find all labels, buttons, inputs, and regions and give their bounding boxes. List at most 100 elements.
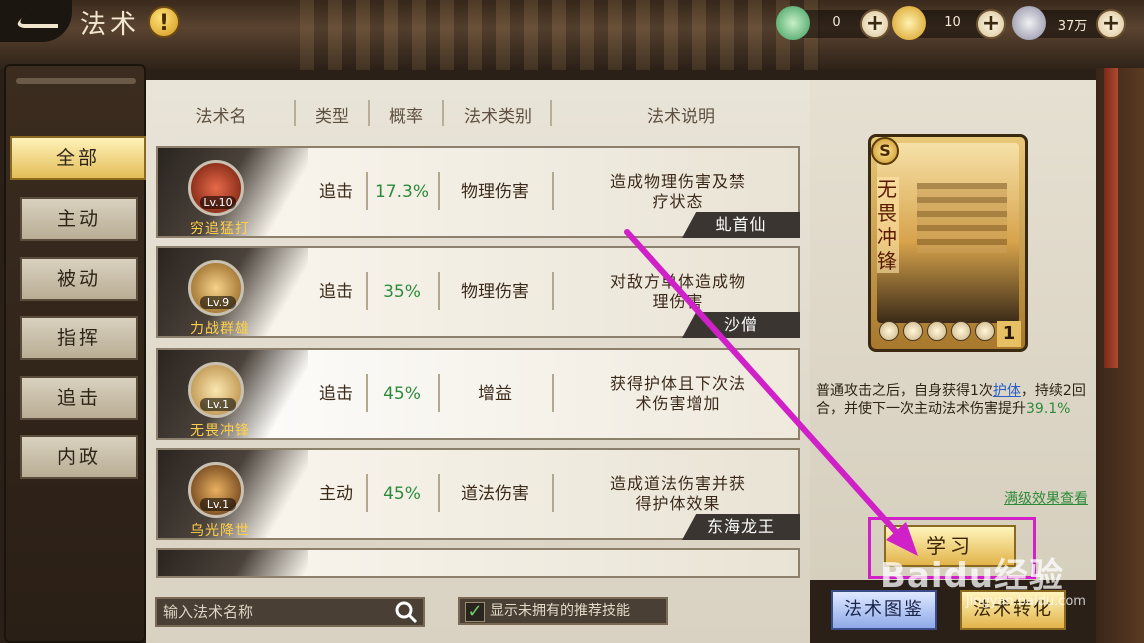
- filter-label: 显示未拥有的推荐技能: [490, 603, 630, 619]
- tab-command[interactable]: 指挥: [20, 316, 138, 360]
- description-line: 造成物理伤害及禁: [609, 172, 746, 191]
- recommend-filter-toggle[interactable]: ✓ 显示未拥有的推荐技能: [458, 597, 668, 625]
- ribbon-decoration: [1104, 68, 1118, 368]
- description-line: 术伤害增加: [635, 394, 721, 413]
- skill-table: 法术名 类型 概率 法术类别 法术说明 Lv.10 穷追猛打 追击 17.3% …: [146, 80, 810, 643]
- skill-rate: 45%: [383, 484, 421, 504]
- owner-tag: 沙僧: [682, 312, 800, 338]
- description-line: 造成道法伤害并获: [609, 474, 746, 493]
- row-portrait-bg: [158, 550, 308, 576]
- owner-tag: 虬首仙: [682, 212, 800, 238]
- cell-divider: [552, 474, 554, 512]
- table-row[interactable]: Lv.9 力战群雄 追击 35% 物理伤害 对敌方单体造成物 理伤害 沙僧: [156, 246, 800, 338]
- keyword-link[interactable]: 护体: [993, 383, 1021, 399]
- currency-jade: 0 +: [776, 6, 890, 40]
- help-icon[interactable]: !: [148, 6, 180, 38]
- skill-type: 主动: [319, 484, 353, 504]
- skill-description: 造成物理伤害及禁 疗状态: [558, 172, 798, 212]
- table-row[interactable]: [156, 548, 800, 578]
- table-row[interactable]: Lv.1 无畏冲锋 追击 45% 增益 获得护体且下次法 术伤害增加: [156, 348, 800, 440]
- star-slot-icon: [879, 321, 899, 341]
- checkbox-check-icon[interactable]: ✓: [465, 602, 485, 622]
- column-header: 法术类别: [464, 107, 532, 127]
- skill-level: Lv.1: [200, 498, 236, 511]
- skill-rate: 35%: [383, 282, 421, 302]
- skill-rate: 17.3%: [374, 182, 429, 202]
- description-text: 普通攻击之后，自身获得1次: [816, 383, 993, 399]
- skill-description: 获得护体且下次法 术伤害增加: [558, 374, 798, 414]
- column-header: 类型: [315, 107, 349, 127]
- add-silver-button[interactable]: +: [1096, 9, 1126, 39]
- tab-active[interactable]: 主动: [20, 197, 138, 241]
- jade-coin-icon: [776, 6, 810, 40]
- add-gold-button[interactable]: +: [976, 9, 1006, 39]
- currency-amount: 37万: [1057, 19, 1088, 34]
- panel-divider: [16, 78, 136, 84]
- skill-card: S 无畏冲锋 1: [868, 134, 1028, 352]
- skill-category: 道法伤害: [461, 484, 529, 504]
- skill-description: 对敌方单体造成物 理伤害: [558, 272, 798, 312]
- skill-description: 造成道法伤害并获 得护体效果: [558, 474, 798, 514]
- currency-gold: 10 +: [892, 6, 1006, 40]
- owner-tag: 东海龙王: [682, 514, 800, 540]
- palace-background: [300, 0, 820, 70]
- card-count: 1: [997, 321, 1021, 347]
- skill-level: Lv.1: [200, 398, 236, 411]
- watermark-brand: Baidu经验: [880, 556, 1065, 596]
- tab-all[interactable]: 全部: [10, 136, 146, 180]
- full-effect-link[interactable]: 满级效果查看: [988, 488, 1088, 508]
- currency-amount: 0: [832, 15, 841, 30]
- star-slot-icon: [951, 321, 971, 341]
- skill-type: 追击: [319, 282, 353, 302]
- top-bar: 法术 ! 0 + 10 + 37万 +: [0, 0, 1144, 70]
- search-icon[interactable]: [393, 600, 419, 624]
- add-jade-button[interactable]: +: [860, 9, 890, 39]
- column-divider: [294, 100, 296, 126]
- skill-name: 无畏冲锋: [190, 423, 250, 439]
- star-slots: [875, 321, 1003, 347]
- tab-passive[interactable]: 被动: [20, 257, 138, 301]
- back-button[interactable]: [0, 0, 72, 42]
- column-header: 法术说明: [647, 107, 715, 127]
- card-skill-name: 无畏冲锋: [877, 177, 899, 273]
- category-tabs-panel: 全部 主动 被动 指挥 追击 内政: [4, 64, 146, 643]
- skill-name: 穷追猛打: [190, 221, 250, 237]
- cell-divider: [552, 272, 554, 310]
- back-arrow-icon: [17, 12, 58, 28]
- column-header: 概率: [389, 107, 423, 127]
- tab-domestic[interactable]: 内政: [20, 435, 138, 479]
- skill-name: 力战群雄: [190, 321, 250, 337]
- percent-value: 39.1%: [1026, 401, 1071, 417]
- silver-ingot-icon: [1012, 6, 1046, 40]
- description-line: 对敌方单体造成物: [609, 272, 746, 291]
- description-line: 获得护体且下次法: [609, 374, 746, 393]
- table-row[interactable]: Lv.1 乌光降世 主动 45% 道法伤害 造成道法伤害并获 得护体效果 东海龙…: [156, 448, 800, 540]
- skill-name: 乌光降世: [190, 523, 250, 539]
- column-divider: [442, 100, 444, 126]
- skill-level: Lv.9: [200, 296, 236, 309]
- skill-category: 物理伤害: [461, 282, 529, 302]
- currency-amount: 10: [944, 15, 961, 30]
- palace-illustration: [917, 183, 1007, 253]
- table-row[interactable]: Lv.10 穷追猛打 追击 17.3% 物理伤害 造成物理伤害及禁 疗状态 虬首…: [156, 146, 800, 238]
- page-title: 法术: [80, 10, 141, 40]
- skill-rate: 45%: [383, 384, 421, 404]
- column-header: 法术名: [195, 107, 247, 127]
- description-line: 得护体效果: [635, 494, 721, 513]
- rank-badge: S: [871, 137, 899, 165]
- skill-category: 物理伤害: [461, 182, 529, 202]
- description-line: 疗状态: [652, 192, 704, 211]
- search-input[interactable]: 输入法术名称: [155, 597, 425, 627]
- skill-type: 追击: [319, 182, 353, 202]
- gold-ingot-icon: [892, 6, 926, 40]
- star-slot-icon: [927, 321, 947, 341]
- watermark: Baidu经验 jingyan.baidu.com: [880, 548, 1120, 609]
- column-divider: [368, 100, 370, 126]
- cell-divider: [552, 172, 554, 210]
- table-header: 法术名 类型 概率 法术类别 法术说明: [146, 94, 810, 130]
- tab-pursuit[interactable]: 追击: [20, 376, 138, 420]
- currency-silver: 37万 +: [1012, 6, 1126, 40]
- skill-type: 追击: [319, 384, 353, 404]
- star-slot-icon: [903, 321, 923, 341]
- search-placeholder: 输入法术名称: [163, 603, 254, 621]
